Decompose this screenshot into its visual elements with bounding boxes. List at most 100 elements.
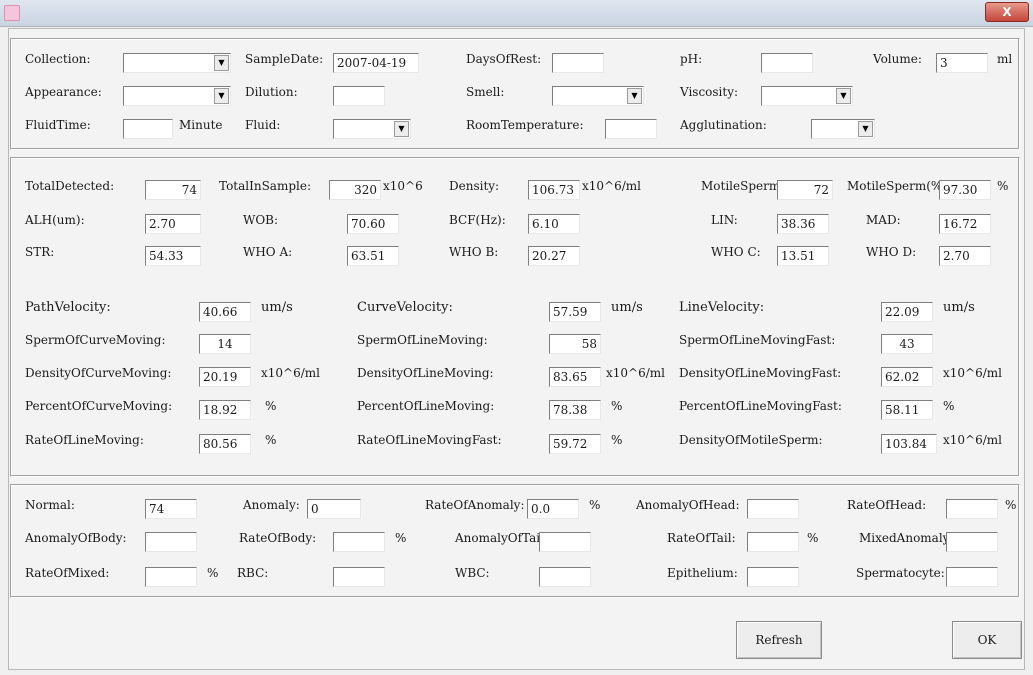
pct-line-field[interactable]: 78.38 (549, 400, 601, 420)
path-velocity-field[interactable]: 40.66 (199, 302, 251, 322)
agglutination-select[interactable]: ▼ (811, 119, 875, 139)
anomaly-tail-field[interactable] (539, 532, 591, 552)
appearance-select[interactable]: ▼ (123, 86, 231, 106)
wob-label: WOB: (243, 213, 279, 227)
rate-line-fast-label: RateOfLineMovingFast: (357, 433, 502, 447)
bcf-field[interactable]: 6.10 (528, 214, 580, 234)
days-of-rest-label: DaysOfRest: (466, 52, 542, 66)
sperm-line-field[interactable]: 58 (549, 334, 601, 354)
room-temp-field[interactable] (605, 119, 657, 139)
rate-mixed-field[interactable] (145, 567, 197, 587)
normal-field[interactable]: 74 (145, 499, 197, 519)
mixed-anomaly-field[interactable] (946, 532, 998, 552)
fluid-select[interactable]: ▼ (333, 119, 411, 139)
days-of-rest-field[interactable] (552, 53, 604, 73)
dens-motile-field[interactable]: 103.84 (881, 434, 937, 454)
path-velocity-label: PathVelocity: (25, 300, 111, 315)
str-field[interactable]: 54.33 (145, 246, 201, 266)
motile-sperm-field[interactable]: 72 (777, 180, 833, 200)
sperm-line-fast-label: SpermOfLineMovingFast: (679, 333, 836, 347)
dens-curve-field[interactable]: 20.19 (199, 367, 251, 387)
pct-line-fast-unit: % (943, 399, 955, 413)
rbc-label: RBC: (237, 566, 269, 580)
sperm-line-label: SpermOfLineMoving: (357, 333, 488, 347)
rate-head-unit: % (1005, 498, 1017, 512)
fluid-time-field[interactable] (123, 119, 173, 139)
chevron-down-icon: ▼ (214, 55, 229, 71)
fluid-time-label: FluidTime: (25, 118, 91, 132)
rate-tail-field[interactable] (747, 532, 799, 552)
epithelium-label: Epithelium: (667, 566, 738, 580)
rate-body-label: RateOfBody: (239, 531, 317, 545)
alh-field[interactable]: 2.70 (145, 214, 201, 234)
who-c-field[interactable]: 13.51 (777, 246, 829, 266)
ph-field[interactable] (761, 53, 813, 73)
dens-line-fast-label: DensityOfLineMovingFast: (679, 366, 842, 380)
fluid-label: Fluid: (245, 118, 281, 132)
viscosity-select[interactable]: ▼ (761, 86, 853, 106)
wbc-field[interactable] (539, 567, 591, 587)
who-a-field[interactable]: 63.51 (347, 246, 399, 266)
who-b-field[interactable]: 20.27 (528, 246, 580, 266)
pct-line-fast-field[interactable]: 58.11 (881, 400, 933, 420)
sperm-line-fast-field[interactable]: 43 (881, 334, 933, 354)
smell-select[interactable]: ▼ (552, 86, 644, 106)
dens-motile-unit: x10^6/ml (943, 433, 1002, 447)
dens-line-field[interactable]: 83.65 (549, 367, 601, 387)
epithelium-field[interactable] (747, 567, 799, 587)
curve-velocity-field[interactable]: 57.59 (549, 302, 601, 322)
dens-curve-unit: x10^6/ml (261, 366, 320, 380)
dens-line-unit: x10^6/ml (606, 366, 665, 380)
rate-line-fast-unit: % (611, 433, 623, 447)
line-velocity-field[interactable]: 22.09 (881, 302, 933, 322)
motile-pct-unit: % (997, 179, 1009, 193)
volume-label: Volume: (873, 52, 922, 66)
lin-field[interactable]: 38.36 (777, 214, 829, 234)
close-button[interactable]: X (985, 2, 1029, 22)
anomaly-body-field[interactable] (145, 532, 197, 552)
rate-line-field[interactable]: 80.56 (199, 434, 251, 454)
sample-date-field[interactable]: 2007-04-19 (333, 53, 419, 73)
smell-label: Smell: (466, 85, 505, 99)
total-in-sample-field[interactable]: 320 (329, 180, 381, 200)
rate-head-label: RateOfHead: (847, 498, 927, 512)
bcf-label: BCF(Hz): (449, 213, 506, 227)
dens-line-fast-field[interactable]: 62.02 (881, 367, 933, 387)
rate-line-fast-field[interactable]: 59.72 (549, 434, 601, 454)
who-d-field[interactable]: 2.70 (939, 246, 991, 266)
pct-curve-label: PercentOfCurveMoving: (25, 399, 173, 413)
ok-button[interactable]: OK (952, 621, 1022, 659)
sperm-curve-field[interactable]: 14 (199, 334, 251, 354)
rate-head-field[interactable] (946, 499, 998, 519)
refresh-button[interactable]: Refresh (736, 621, 822, 659)
pct-curve-field[interactable]: 18.92 (199, 400, 251, 420)
total-detected-field[interactable]: 74 (145, 180, 201, 200)
wob-field[interactable]: 70.60 (347, 214, 399, 234)
window-titlebar: X (0, 0, 1033, 27)
dilution-field[interactable] (333, 86, 385, 106)
collection-select[interactable]: ▼ (123, 53, 231, 73)
spermatocyte-field[interactable] (946, 567, 998, 587)
motile-pct-field[interactable]: 97.30 (939, 180, 991, 200)
sperm-curve-label: SpermOfCurveMoving: (25, 333, 166, 347)
anomaly-field[interactable]: 0 (307, 499, 361, 519)
who-b-label: WHO B: (449, 245, 499, 259)
rate-tail-label: RateOfTail: (667, 531, 736, 545)
path-velocity-unit: um/s (261, 300, 293, 315)
chevron-down-icon: ▼ (858, 121, 873, 137)
rbc-field[interactable] (333, 567, 385, 587)
rate-anomaly-field[interactable]: 0.0 (527, 499, 579, 519)
anomaly-tail-label: AnomalyOfTail: (455, 531, 548, 545)
total-detected-label: TotalDetected: (25, 179, 115, 193)
density-field[interactable]: 106.73 (528, 180, 580, 200)
anomaly-head-field[interactable] (747, 499, 799, 519)
rate-body-field[interactable] (333, 532, 385, 552)
sample-date-label: SampleDate: (245, 52, 324, 66)
room-temp-label: RoomTemperature: (466, 118, 584, 132)
str-label: STR: (25, 245, 55, 259)
rate-mixed-unit: % (207, 566, 219, 580)
mad-field[interactable]: 16.72 (939, 214, 991, 234)
pct-curve-unit: % (265, 399, 277, 413)
volume-field[interactable]: 3 (936, 53, 988, 73)
normal-label: Normal: (25, 498, 75, 512)
